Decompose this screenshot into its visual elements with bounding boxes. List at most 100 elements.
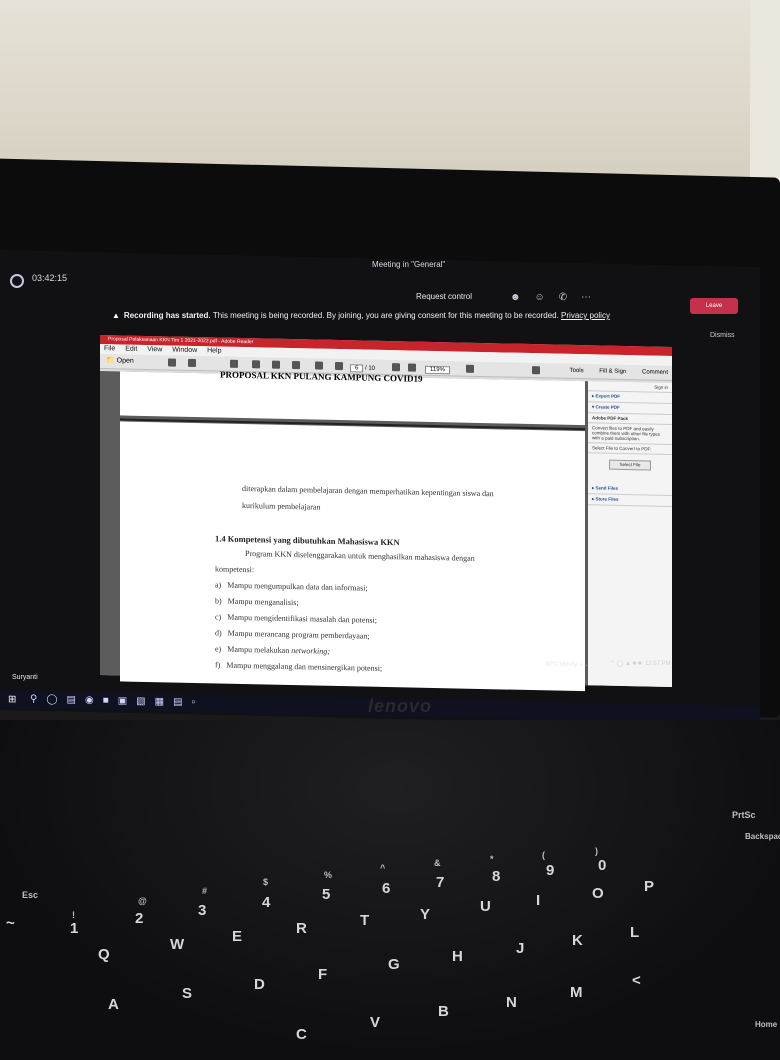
- list-text-italic: networking;: [291, 646, 330, 656]
- email-icon[interactable]: [292, 361, 300, 370]
- list-letter: b): [215, 596, 222, 606]
- more-icon[interactable]: ⋯: [581, 292, 605, 303]
- menu-file[interactable]: File: [104, 345, 115, 352]
- pdf-pack-description: Convert files to PDF and easily combine …: [588, 423, 672, 445]
- select-tool-icon[interactable]: [466, 364, 474, 373]
- open-button[interactable]: 📁 Open: [106, 354, 134, 369]
- list-text: Mampu merancang program pemberdayaan;: [227, 628, 370, 641]
- zoom-out-icon[interactable]: [392, 363, 400, 372]
- system-tray[interactable]: ⌃ ◯ ▲ ■ ■ 12:07 PM: [610, 660, 671, 667]
- list-item: d) Mampu merancang program pemberdayaan;: [215, 628, 370, 640]
- key-w: W: [170, 936, 185, 953]
- recording-banner: ▲ Recording has started. This meeting is …: [112, 311, 610, 320]
- phone-icon[interactable]: ✆: [559, 292, 581, 303]
- key-esc: Esc: [22, 890, 39, 900]
- store-files-section[interactable]: ▸ Store Files: [588, 494, 672, 507]
- key-percent: %: [324, 870, 333, 880]
- warning-icon: ▲: [112, 311, 120, 320]
- menu-window[interactable]: Window: [172, 347, 197, 355]
- settings-icon[interactable]: [230, 359, 238, 368]
- key-tilde: ~: [6, 915, 15, 932]
- key-at: @: [138, 896, 147, 906]
- list-text: Mampu menggalang dan mensinergikan poten…: [226, 660, 383, 673]
- key-d: D: [254, 976, 265, 993]
- leave-button[interactable]: Leave: [690, 298, 738, 314]
- windows-start-icon[interactable]: ⊞: [8, 694, 16, 705]
- reading-mode-icon[interactable]: [532, 366, 540, 375]
- select-file-button[interactable]: Select File: [609, 459, 651, 471]
- key-q: Q: [98, 946, 110, 963]
- fill-sign-tab[interactable]: Fill & Sign: [599, 368, 626, 375]
- menu-help[interactable]: Help: [207, 347, 221, 354]
- para1-line1: diterapkan dalam pembelajaran dengan mem…: [242, 483, 494, 499]
- key-less-than: <: [632, 972, 641, 989]
- key-0: 0: [598, 857, 607, 874]
- zoom-in-icon[interactable]: [408, 363, 416, 372]
- privacy-policy-link[interactable]: Privacy policy: [561, 311, 610, 320]
- select-file-label: Select File to Convert to PDF:: [588, 443, 672, 455]
- zoom-level[interactable]: 119%: [425, 363, 450, 378]
- prev-page-icon[interactable]: [315, 361, 323, 370]
- zoom-value[interactable]: 119%: [425, 365, 450, 375]
- key-g: G: [388, 956, 400, 973]
- tools-side-panel: Sign in ▸ Export PDF ▾ Create PDF Adobe …: [588, 381, 672, 687]
- key-dollar: $: [263, 877, 269, 887]
- list-item: e) Mampu melakukan networking;: [215, 644, 330, 655]
- key-j: J: [516, 940, 525, 957]
- open-label: Open: [116, 357, 134, 365]
- meeting-controls[interactable]: ☻☺✆⋯: [510, 292, 605, 303]
- key-7: 7: [436, 874, 445, 891]
- edit-icon[interactable]: [188, 358, 196, 368]
- lenovo-logo: lenovo: [368, 696, 433, 716]
- comment-tab[interactable]: Comment: [642, 369, 668, 376]
- key-6: 6: [382, 880, 391, 897]
- page-current-input[interactable]: 6: [350, 364, 364, 373]
- list-text: Mampu mengidentifikasi masalah dan poten…: [227, 612, 377, 625]
- tools-tab[interactable]: Tools: [570, 368, 584, 374]
- list-item: c) Mampu mengidentifikasi masalah dan po…: [215, 612, 377, 624]
- key-e: E: [232, 928, 243, 945]
- reactions-icon[interactable]: ☺: [535, 292, 559, 303]
- key-o: O: [592, 885, 604, 902]
- key-8: 8: [492, 868, 501, 885]
- meeting-title: Meeting in "General": [372, 260, 446, 269]
- page-total: / 10: [365, 365, 376, 372]
- key-ampersand: &: [434, 858, 441, 868]
- key-c: C: [296, 1026, 307, 1043]
- key-home: Home: [755, 1020, 778, 1029]
- key-1: 1: [70, 920, 79, 937]
- next-page-icon[interactable]: [335, 361, 343, 371]
- list-letter: c): [215, 612, 222, 622]
- weather-widget[interactable]: 30°C Mostly s...: [545, 662, 587, 668]
- menu-view[interactable]: View: [147, 346, 162, 353]
- key-rparen: ): [595, 846, 598, 856]
- list-text: Mampu menganalisis;: [227, 596, 299, 608]
- document-area[interactable]: PROPOSAL KKN PULANG KAMPUNG COVID19 dite…: [100, 370, 588, 692]
- create-icon[interactable]: [168, 358, 176, 367]
- save-icon[interactable]: [252, 360, 260, 369]
- key-backspace: Backspace: [745, 832, 780, 841]
- key-4: 4: [262, 894, 271, 911]
- request-control-button[interactable]: Request control: [416, 292, 472, 301]
- print-icon[interactable]: [272, 360, 280, 369]
- menu-edit[interactable]: Edit: [125, 346, 137, 353]
- key-m: M: [570, 984, 583, 1001]
- key-hash: #: [202, 886, 208, 896]
- key-3: 3: [198, 902, 207, 919]
- recording-icon: [10, 274, 24, 288]
- key-b: B: [438, 1003, 449, 1020]
- key-s: S: [182, 985, 193, 1002]
- taskbar-apps[interactable]: ⚲◯▤◉■▣▧▦▤▫: [30, 694, 204, 709]
- clock[interactable]: 12:07 PM: [645, 661, 671, 667]
- tray-icons[interactable]: ⌃ ◯ ▲ ■ ■: [610, 661, 645, 667]
- key-h: H: [452, 948, 463, 965]
- list-item: b) Mampu menganalisis;: [215, 596, 299, 607]
- dismiss-button[interactable]: Dismiss: [710, 332, 735, 339]
- key-u: U: [480, 898, 491, 915]
- key-5: 5: [322, 886, 331, 903]
- key-a: A: [108, 996, 119, 1013]
- key-f: F: [318, 966, 328, 983]
- people-icon[interactable]: ☻: [510, 292, 535, 303]
- meeting-timer: 03:42:15: [32, 273, 68, 283]
- key-i: I: [536, 892, 541, 909]
